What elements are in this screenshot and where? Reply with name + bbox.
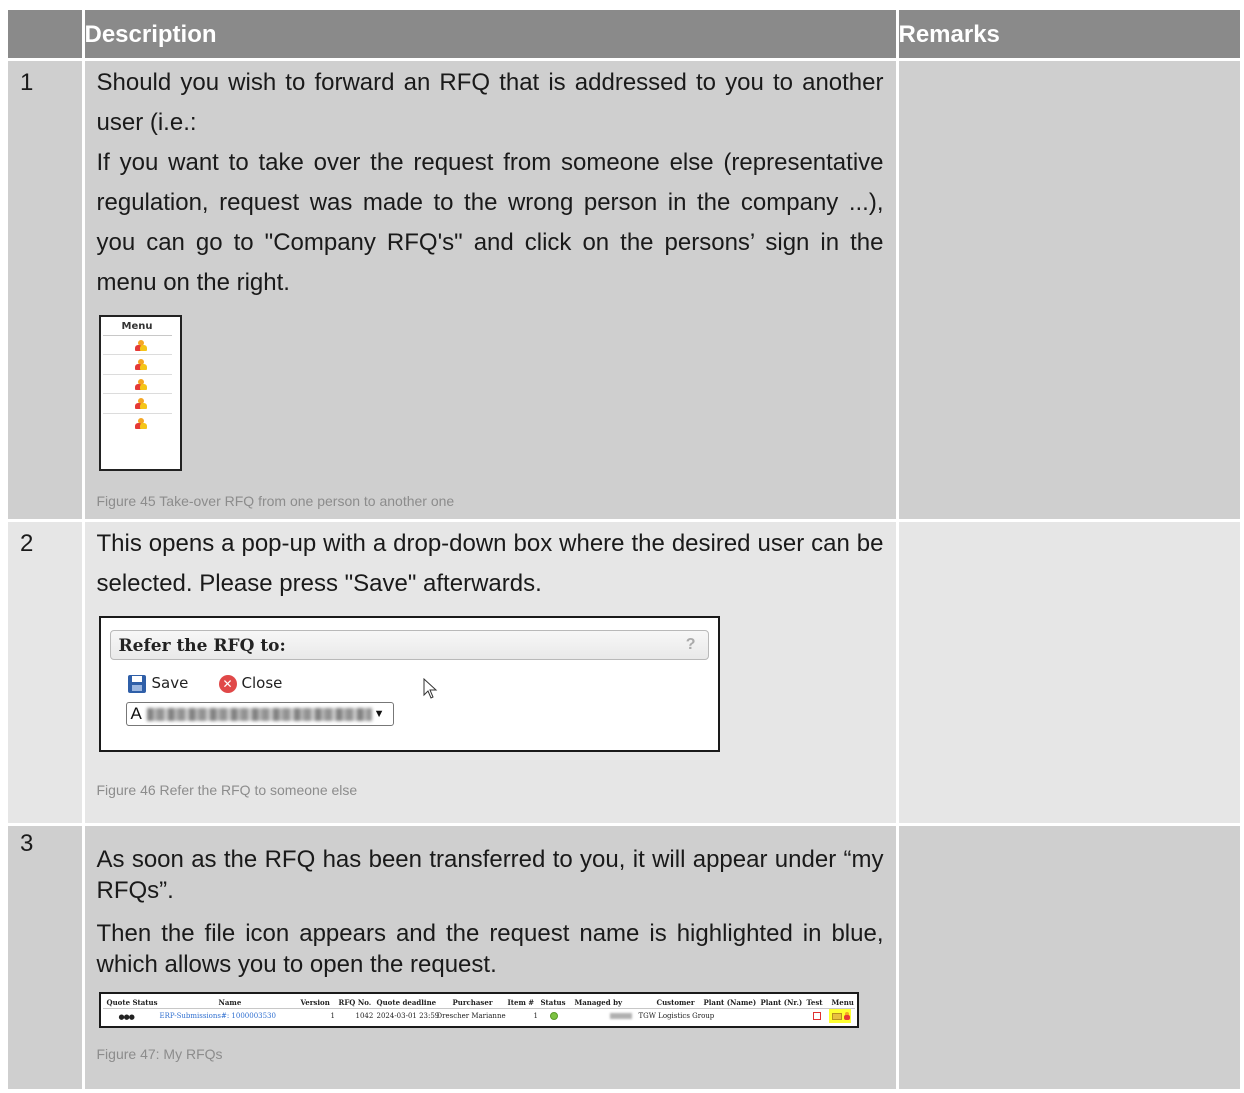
popup-title-bar: Refer the RFQ to: ?: [109, 629, 709, 660]
version-value: 1: [330, 1011, 335, 1020]
figure-caption: Figure 47: My RFQs: [96, 1045, 223, 1062]
selected-user-value: A: [130, 703, 142, 723]
column-header: Version: [300, 997, 330, 1007]
person-icon[interactable]: [134, 398, 147, 409]
column-header: Plant (Name): [703, 997, 757, 1007]
rfq-name-link[interactable]: ERP-Submissions#: 1000003530: [160, 1012, 276, 1020]
column-header: Purchaser: [452, 997, 493, 1007]
step-remarks: [897, 824, 1243, 1092]
column-header: Item #: [507, 997, 535, 1007]
remarks-column-header: Remarks: [897, 10, 1243, 61]
chevron-down-icon: ▼: [373, 707, 385, 720]
table-row: 3 As soon as the RFQ has been transferre…: [8, 824, 1243, 1092]
blurred-user-name: [146, 707, 372, 721]
step-number: 1: [8, 59, 85, 522]
popup-title: Refer the RFQ to:: [118, 635, 286, 656]
step-number: 3: [8, 824, 85, 1092]
user-dropdown[interactable]: A ▼: [125, 701, 394, 726]
number-column-header: [8, 10, 85, 61]
step-paragraph: As soon as the RFQ has been transferred …: [96, 845, 884, 904]
table-row: 2 This opens a pop-up with a drop-down b…: [8, 520, 1243, 826]
item-value: 1: [533, 1011, 538, 1020]
rfq-no-value: 1042: [355, 1011, 374, 1020]
step-paragraph: If you want to take over the request fro…: [96, 148, 884, 296]
step-remarks: [897, 520, 1243, 826]
step-paragraph: This opens a pop-up with a drop-down box…: [96, 529, 884, 597]
step-paragraph: Then the file icon appears and the reque…: [96, 919, 884, 978]
step-number: 2: [8, 520, 85, 826]
column-header: RFQ No.: [338, 997, 372, 1007]
description-column-header: Description: [83, 10, 899, 61]
column-header: Name: [218, 997, 242, 1007]
quote-deadline-value: 2024-03-01 23:59: [376, 1011, 440, 1020]
header-divider: [102, 1007, 855, 1009]
column-header: Managed by: [574, 997, 623, 1007]
person-icon[interactable]: [134, 339, 147, 351]
menu-row: [102, 336, 172, 355]
menu-row: [102, 355, 172, 375]
refer-rfq-popup: Refer the RFQ to: ? Save ✕ Close A ▼: [98, 615, 720, 752]
test-checkbox[interactable]: [812, 1011, 821, 1020]
column-header: Quote deadline: [376, 997, 437, 1007]
status-icon: [549, 1011, 558, 1020]
menu-row: [102, 375, 172, 394]
mouse-cursor-icon: [423, 677, 437, 699]
save-icon[interactable]: [127, 674, 146, 693]
purchaser-value: Drescher Marianne: [436, 1011, 506, 1020]
step-description: This opens a pop-up with a drop-down box…: [83, 520, 899, 826]
close-icon[interactable]: ✕: [218, 674, 237, 693]
close-button[interactable]: Close: [242, 674, 283, 692]
quote-status-icons: ●●●: [118, 1011, 135, 1021]
person-icon[interactable]: [134, 378, 147, 390]
figure-caption: Figure 46 Refer the RFQ to someone else: [96, 781, 358, 798]
column-header: Plant (Nr.): [760, 997, 803, 1007]
help-icon[interactable]: ?: [686, 636, 696, 654]
table-row: 1 Should you wish to forward an RFQ that…: [8, 59, 1243, 522]
folder-icon[interactable]: [831, 1012, 842, 1020]
step-description: Should you wish to forward an RFQ that i…: [83, 59, 899, 522]
step-paragraph: Should you wish to forward an RFQ that i…: [96, 68, 884, 136]
column-header: Customer: [656, 997, 695, 1007]
save-button[interactable]: Save: [152, 674, 189, 692]
column-header: Quote Status: [106, 997, 158, 1007]
column-header: Menu: [831, 997, 854, 1007]
step-description: As soon as the RFQ has been transferred …: [83, 824, 899, 1092]
column-header: Test: [806, 997, 823, 1007]
table-header-row: Description Remarks: [8, 10, 1243, 61]
figure-caption: Figure 45 Take-over RFQ from one person …: [96, 492, 455, 509]
menu-header: Menu: [102, 317, 172, 336]
my-rfqs-table-figure: Quote Status Name Version RFQ No. Quote …: [98, 991, 859, 1028]
person-icon[interactable]: [134, 359, 147, 370]
person-icon[interactable]: [134, 417, 147, 429]
customer-value: TGW Logistics Group: [638, 1011, 715, 1020]
person-icon[interactable]: [843, 1011, 850, 1020]
instructions-table: Description Remarks 1 Should you wish to…: [8, 10, 1243, 1092]
menu-figure: Menu: [98, 314, 182, 471]
menu-row: [103, 414, 172, 434]
blurred-managed-by: [609, 1012, 632, 1019]
menu-row: [102, 394, 172, 414]
step-remarks: [897, 59, 1243, 522]
column-header: Status: [540, 997, 566, 1007]
